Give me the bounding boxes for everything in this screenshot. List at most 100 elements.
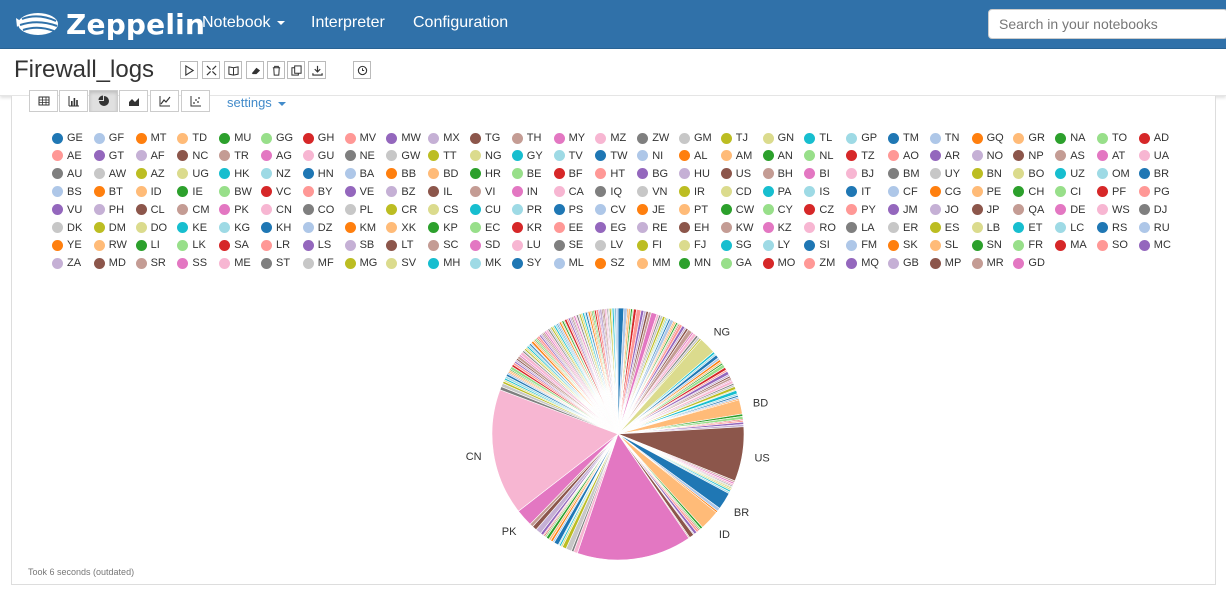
legend-item[interactable]: GT <box>93 148 124 164</box>
legend-item[interactable]: EG <box>595 220 626 236</box>
legend-item[interactable]: CR <box>386 202 417 218</box>
legend-item[interactable]: BZ <box>386 184 415 200</box>
legend-item[interactable]: NO <box>971 148 1003 164</box>
legend-item[interactable]: GR <box>1013 130 1045 146</box>
legend-item[interactable]: TV <box>553 148 583 164</box>
legend-item[interactable]: CM <box>177 202 210 218</box>
legend-item[interactable]: IN <box>511 184 538 200</box>
legend-item[interactable]: LV <box>595 237 623 253</box>
legend-item[interactable]: BF <box>553 166 583 182</box>
legend-item[interactable]: MN <box>679 255 711 271</box>
legend-item[interactable]: GE <box>52 130 83 146</box>
legend-item[interactable]: RO <box>804 220 836 236</box>
legend-item[interactable]: MG <box>344 255 377 271</box>
legend-item[interactable]: CW <box>720 202 754 218</box>
legend-item[interactable]: LI <box>135 237 160 253</box>
legend-item[interactable]: CO <box>302 202 334 218</box>
legend-item[interactable]: KP <box>428 220 458 236</box>
legend-item[interactable]: AS <box>1055 148 1085 164</box>
legend-item[interactable]: AZ <box>135 166 165 182</box>
legend-item[interactable]: VN <box>637 184 667 200</box>
legend-item[interactable]: HK <box>219 166 249 182</box>
legend-item[interactable]: CD <box>720 184 752 200</box>
legend-item[interactable]: MC <box>1138 237 1171 253</box>
legend-item[interactable]: SA <box>219 237 249 253</box>
legend-item[interactable]: SI <box>804 237 830 253</box>
legend-item[interactable]: TO <box>1097 130 1127 146</box>
legend-item[interactable]: DK <box>52 220 82 236</box>
legend-item[interactable]: OM <box>1097 166 1130 182</box>
legend-item[interactable]: FM <box>846 237 877 253</box>
notebook-title[interactable]: Firewall_logs <box>14 56 154 84</box>
legend-item[interactable]: NZ <box>261 166 291 182</box>
legend-item[interactable]: UZ <box>1055 166 1085 182</box>
legend-item[interactable]: AO <box>888 148 919 164</box>
legend-item[interactable]: GQ <box>971 130 1004 146</box>
legend-item[interactable]: UG <box>177 166 209 182</box>
legend-item[interactable]: FJ <box>679 237 706 253</box>
legend-item[interactable]: SK <box>888 237 918 253</box>
legend-item[interactable]: KM <box>344 220 376 236</box>
legend-item[interactable]: RU <box>1138 220 1170 236</box>
legend-item[interactable]: DE <box>1055 202 1085 218</box>
legend-item[interactable]: BI <box>804 166 830 182</box>
legend-item[interactable]: SE <box>553 237 583 253</box>
toggle-output-button[interactable] <box>224 61 242 79</box>
legend-item[interactable]: IQ <box>595 184 622 200</box>
legend-item[interactable]: MO <box>762 255 795 271</box>
legend-item[interactable]: BM <box>888 166 920 182</box>
toggle-code-button[interactable] <box>202 61 220 79</box>
legend-item[interactable]: CY <box>762 202 793 218</box>
legend-item[interactable]: DM <box>93 220 126 236</box>
legend-item[interactable]: GG <box>261 130 293 146</box>
legend-item[interactable]: BW <box>219 184 252 200</box>
legend-item[interactable]: CH <box>1013 184 1044 200</box>
legend-item[interactable]: AW <box>93 166 126 182</box>
legend-item[interactable]: BG <box>637 166 668 182</box>
schedule-button[interactable] <box>353 61 371 79</box>
legend-item[interactable]: LB <box>971 220 1000 236</box>
area-chart-view-button[interactable] <box>119 90 148 112</box>
legend-item[interactable]: BE <box>511 166 541 182</box>
legend-item[interactable]: CV <box>595 202 626 218</box>
legend-item[interactable]: AT <box>1097 148 1125 164</box>
legend-item[interactable]: SY <box>511 255 541 271</box>
legend-item[interactable]: GD <box>1013 255 1045 271</box>
legend-item[interactable]: BB <box>386 166 416 182</box>
legend-item[interactable]: GA <box>720 255 752 271</box>
legend-item[interactable]: CG <box>929 184 961 200</box>
legend-item[interactable]: MW <box>386 130 421 146</box>
legend-item[interactable]: JE <box>637 202 665 218</box>
legend-item[interactable]: VU <box>52 202 82 218</box>
legend-item[interactable]: HT <box>595 166 625 182</box>
legend-item[interactable]: IR <box>679 184 705 200</box>
legend-item[interactable]: AM <box>720 148 752 164</box>
legend-item[interactable]: LS <box>302 237 331 253</box>
nav-notebook-menu[interactable]: Notebook <box>202 14 285 32</box>
legend-item[interactable]: LY <box>762 237 790 253</box>
legend-item[interactable]: NE <box>344 148 375 164</box>
legend-item[interactable]: UY <box>929 166 960 182</box>
legend-item[interactable]: IS <box>804 184 830 200</box>
legend-item[interactable]: WS <box>1097 202 1130 218</box>
legend-item[interactable]: IE <box>177 184 203 200</box>
legend-item[interactable]: PG <box>1138 184 1170 200</box>
legend-item[interactable]: TG <box>470 130 500 146</box>
legend-item[interactable]: NG <box>470 148 502 164</box>
legend-item[interactable]: SR <box>135 255 166 271</box>
legend-item[interactable]: GW <box>386 148 420 164</box>
legend-item[interactable]: MD <box>93 255 126 271</box>
legend-item[interactable]: MZ <box>595 130 626 146</box>
legend-item[interactable]: FR <box>1013 237 1043 253</box>
legend-item[interactable]: PH <box>93 202 124 218</box>
legend-item[interactable]: GP <box>846 130 877 146</box>
legend-item[interactable]: MU <box>219 130 251 146</box>
legend-item[interactable]: TR <box>219 148 249 164</box>
legend-item[interactable]: GN <box>762 130 794 146</box>
legend-item[interactable]: DO <box>135 220 167 236</box>
search-input[interactable] <box>988 9 1226 39</box>
legend-item[interactable]: JO <box>929 202 959 218</box>
legend-item[interactable]: CU <box>470 202 501 218</box>
nav-configuration[interactable]: Configuration <box>413 14 508 32</box>
legend-item[interactable]: SL <box>929 237 958 253</box>
